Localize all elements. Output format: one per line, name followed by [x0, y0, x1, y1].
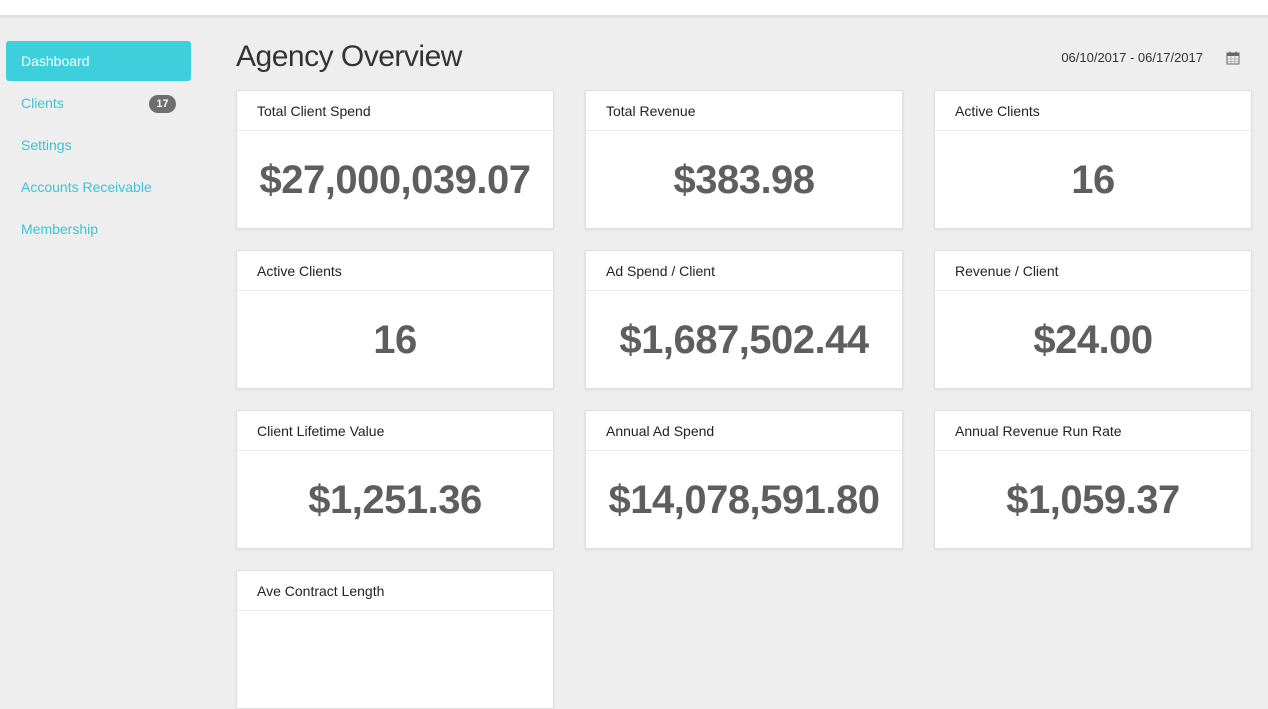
sidebar-item-dashboard[interactable]: Dashboard [6, 41, 191, 81]
card-label: Annual Ad Spend [586, 411, 902, 451]
card-value: $1,059.37 [1006, 478, 1180, 522]
calendar-icon[interactable] [1226, 51, 1240, 65]
metric-card-client-lifetime-value: Client Lifetime Value $1,251.36 [236, 410, 554, 549]
card-value: $14,078,591.80 [608, 478, 880, 522]
metric-card-total-revenue: Total Revenue $383.98 [585, 90, 903, 229]
card-label: Total Client Spend [237, 91, 553, 131]
card-value: $24.00 [1033, 318, 1153, 362]
card-label: Revenue / Client [935, 251, 1251, 291]
sidebar-item-label: Clients [21, 95, 64, 111]
card-label: Annual Revenue Run Rate [935, 411, 1251, 451]
sidebar-item-label: Settings [21, 137, 72, 153]
sidebar-item-label: Membership [21, 221, 99, 237]
card-value: 16 [1071, 158, 1115, 202]
metric-card-annual-revenue-run-rate: Annual Revenue Run Rate $1,059.37 [934, 410, 1252, 549]
metric-card-revenue-per-client: Revenue / Client $24.00 [934, 250, 1252, 389]
card-value: $27,000,039.07 [259, 158, 531, 202]
card-label: Total Revenue [586, 91, 902, 131]
sidebar-item-settings[interactable]: Settings [6, 125, 191, 167]
sidebar-item-label: Accounts Receivable [21, 179, 152, 195]
metric-card-ad-spend-per-client: Ad Spend / Client $1,687,502.44 [585, 250, 903, 389]
metric-card-active-clients-2: Active Clients 16 [236, 250, 554, 389]
card-label: Ave Contract Length [237, 571, 553, 611]
top-bar [0, 0, 1268, 18]
card-label: Active Clients [935, 91, 1251, 131]
card-value: $1,687,502.44 [619, 318, 869, 362]
metric-card-ave-contract-length: Ave Contract Length [236, 570, 554, 709]
sidebar-item-clients[interactable]: Clients 17 [6, 83, 191, 125]
sidebar-nav: Dashboard Clients 17 Settings Accounts R… [6, 41, 191, 251]
date-range-picker[interactable]: 06/10/2017 - 06/17/2017 [1061, 50, 1203, 65]
metric-card-total-client-spend: Total Client Spend $27,000,039.07 [236, 90, 554, 229]
card-value: 16 [373, 318, 417, 362]
metric-card-annual-ad-spend: Annual Ad Spend $14,078,591.80 [585, 410, 903, 549]
sidebar-item-membership[interactable]: Membership [6, 209, 191, 251]
card-value: $1,251.36 [308, 478, 482, 522]
card-label: Ad Spend / Client [586, 251, 902, 291]
card-label: Client Lifetime Value [237, 411, 553, 451]
page-title: Agency Overview [236, 40, 462, 73]
sidebar-item-accounts-receivable[interactable]: Accounts Receivable [6, 167, 191, 209]
card-value: $383.98 [673, 158, 815, 202]
metric-card-active-clients: Active Clients 16 [934, 90, 1252, 229]
clients-count-badge: 17 [149, 95, 176, 113]
card-label: Active Clients [237, 251, 553, 291]
sidebar-item-label: Dashboard [21, 53, 90, 69]
